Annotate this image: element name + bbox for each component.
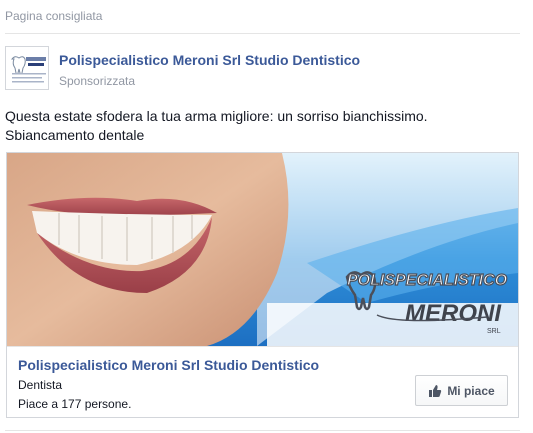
divider <box>5 430 520 431</box>
section-title: Pagina consigliata <box>5 9 103 23</box>
logo-main-text: MERONI <box>405 300 502 327</box>
logo-sub-text: SRL <box>487 328 501 335</box>
card-page-name-link[interactable]: Polispecialistico Meroni Srl Studio Dent… <box>18 357 319 373</box>
page-category: Dentista <box>18 378 63 392</box>
like-button[interactable]: Mi piace <box>415 375 508 406</box>
like-count: Piace a 177 persone. <box>18 397 132 411</box>
ad-image[interactable]: POLISPECIALISTICO MERONI SRL <box>7 153 518 346</box>
thumbs-up-icon <box>428 384 442 398</box>
page-name-link[interactable]: Polispecialistico Meroni Srl Studio Dent… <box>59 52 360 68</box>
ad-text-line: Questa estate sfodera la tua arma miglio… <box>5 108 428 124</box>
card-footer: Polispecialistico Meroni Srl Studio Dent… <box>7 346 518 417</box>
ad-text-line: Sbiancamento dentale <box>5 127 145 143</box>
sponsored-label: Sponsorizzata <box>59 74 136 88</box>
ad-text: Questa estate sfodera la tua arma miglio… <box>5 107 520 145</box>
ad-card[interactable]: POLISPECIALISTICO MERONI SRL Polispecial… <box>6 152 519 418</box>
like-button-label: Mi piace <box>447 383 495 398</box>
logo-top-text: POLISPECIALISTICO <box>347 272 508 289</box>
divider <box>5 33 520 34</box>
sponsored-page-row: Polispecialistico Meroni Srl Studio Dent… <box>5 46 520 94</box>
page-profile-picture[interactable] <box>5 46 49 90</box>
